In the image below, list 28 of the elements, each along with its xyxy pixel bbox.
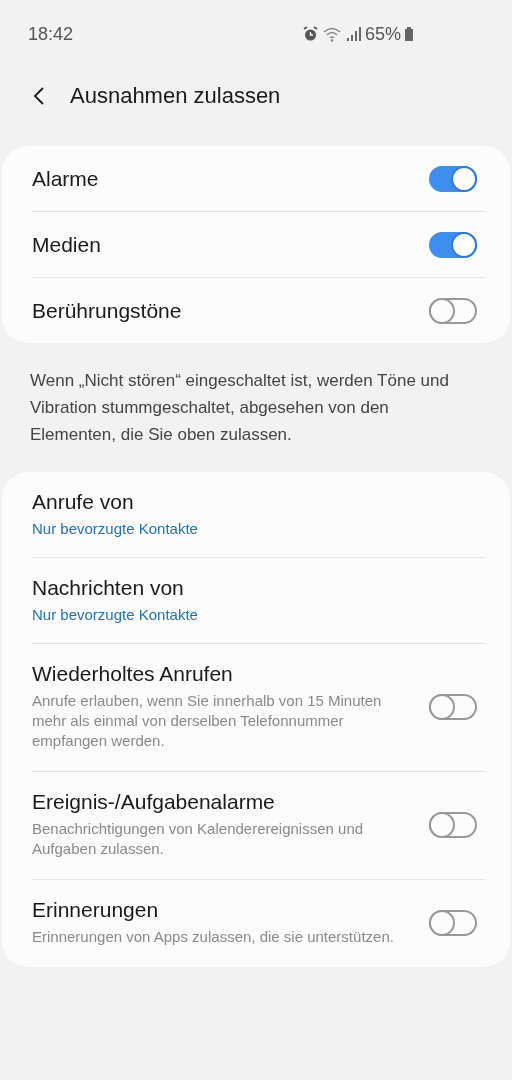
toggle-switch[interactable] [429,231,477,258]
setting-label[interactable]: Alarme [32,166,99,191]
toggle-switch[interactable] [429,297,477,324]
signal-icon [346,27,361,41]
battery-icon [405,27,413,41]
page-title: Ausnahmen zulassen [70,83,281,109]
wifi-icon [322,26,343,42]
battery-percent: 65% [364,23,401,45]
setting-label[interactable]: Ereignis-/Aufgabenalarme [32,790,412,814]
toggle-switch[interactable] [429,165,477,192]
toggle-switch[interactable] [429,693,477,720]
setting-value: Nur bevorzugte Kontakte [32,606,198,623]
toggle-switch[interactable] [429,811,477,838]
setting-label[interactable]: Medien [32,232,101,257]
setting-summary: Erinnerungen von Apps zulassen, die sie unterstützen. [32,927,394,947]
setting-label[interactable]: Anrufe von [32,490,198,514]
toggle-switch[interactable] [429,909,477,936]
back-icon[interactable] [32,86,46,106]
setting-value: Nur bevorzugte Kontakte [32,520,198,537]
setting-label[interactable]: Berührungstöne [32,298,182,323]
setting-label[interactable]: Erinnerungen [32,898,394,922]
setting-summary: Anrufe erlauben, wenn Sie innerhalb von 15 Minuten mehr als einmal von derselben Telefonnummer empfangen werden. [32,691,383,751]
setting-label[interactable]: Nachrichten von [32,576,198,600]
description-text: Wenn „Nicht stören“ eingeschaltet ist, werden Töne und Vibration stummgeschaltet, abgesehen von den Elementen, die Sie oben zulassen. [30,370,450,446]
setting-label[interactable]: Wiederholtes Anrufen [32,662,412,686]
alarm-clock-icon [301,26,319,42]
status-time: 18:42 [28,23,74,45]
setting-summary: Benachrichtigungen von Kalenderereignissen und Aufgaben zulassen. [32,819,365,859]
